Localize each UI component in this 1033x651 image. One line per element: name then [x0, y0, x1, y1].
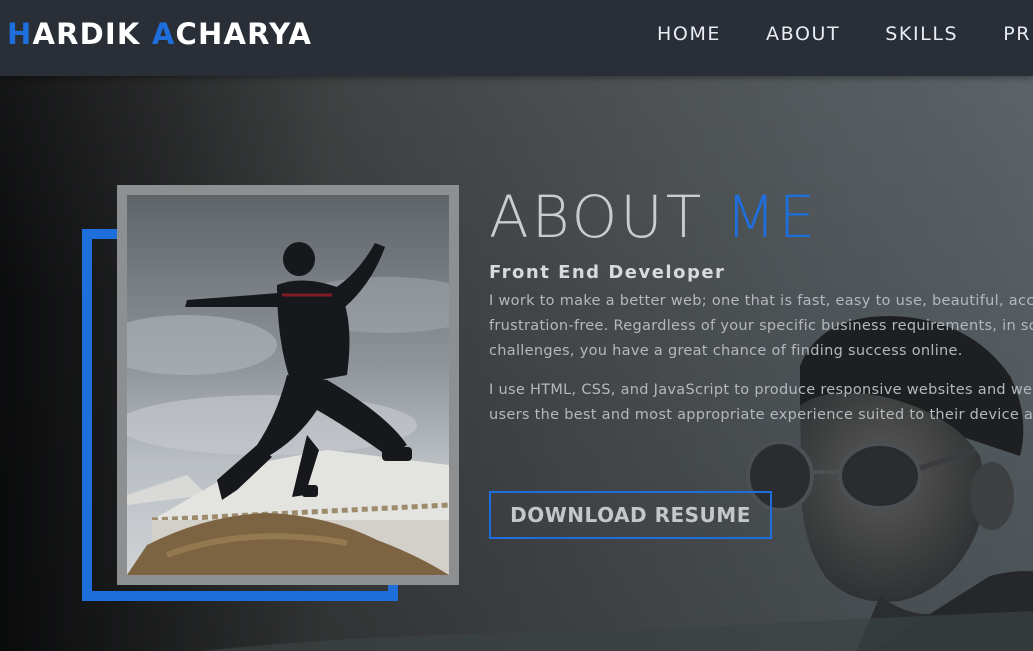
navbar: HARDIK ACHARYA HOME ABOUT SKILLS PR: [0, 0, 1033, 76]
nav-link-home[interactable]: HOME: [657, 23, 721, 45]
paragraph-line: challenges, you have a great chance of f…: [489, 343, 963, 359]
nav-links: HOME ABOUT SKILLS PR: [657, 23, 1033, 45]
about-subtitle: Front End Developer: [489, 262, 726, 283]
about-title-accent: ME: [725, 183, 819, 251]
brand-last-initial: A: [151, 17, 176, 51]
paragraph-line: users the best and most appropriate expe…: [489, 407, 1033, 423]
profile-photo: [127, 195, 449, 575]
brand-last-rest: CHARYA: [175, 17, 313, 51]
about-paragraph-1: I work to make a better web; one that is…: [489, 289, 1033, 364]
about-section: ABOUT ME Front End Developer I work to m…: [489, 182, 1033, 428]
paragraph-line: frustration-free. Regardless of your spe…: [489, 318, 1033, 334]
about-title: ABOUT ME: [489, 182, 1033, 252]
nav-link-skills[interactable]: SKILLS: [885, 23, 958, 45]
brand-logo[interactable]: HARDIK ACHARYA: [7, 17, 312, 51]
paragraph-line: I use HTML, CSS, and JavaScript to produ…: [489, 382, 1033, 398]
paragraph-line: I work to make a better web; one that is…: [489, 293, 1033, 309]
brand-first-rest: ARDIK: [32, 17, 152, 51]
about-paragraph-2: I use HTML, CSS, and JavaScript to produ…: [489, 378, 1033, 428]
nav-link-about[interactable]: ABOUT: [766, 23, 840, 45]
brand-first-initial: H: [7, 17, 33, 51]
nav-link-projects[interactable]: PR: [1003, 23, 1031, 45]
download-resume-button[interactable]: DOWNLOAD RESUME: [489, 491, 772, 539]
about-title-main: ABOUT: [489, 183, 726, 251]
